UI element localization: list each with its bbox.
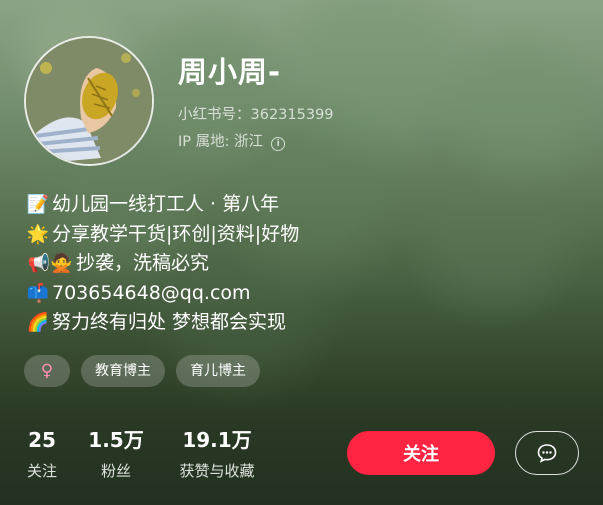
tag-list: ♀ 教育博主 育儿博主 <box>24 355 260 387</box>
bio-text: 分享教学干货|环创|资料|好物 <box>52 222 300 245</box>
bio-text: 努力终有归处 梦想都会实现 <box>52 311 287 333</box>
star-icon: 🌟 <box>26 223 50 245</box>
likes-count: 19.1万 <box>182 428 252 452</box>
megaphone-no-gesture-icon: 📢🙅 <box>27 253 73 274</box>
bio-line: 🌈 努力终有归处 梦想都会实现 <box>26 308 299 338</box>
mailbox-icon: 📫 <box>26 282 50 304</box>
ip-location: IP 属地: 浙江 i <box>178 130 286 151</box>
stat-followers[interactable]: 1.5万 粉丝 <box>87 428 145 481</box>
stat-likes[interactable]: 19.1万 获赞与收藏 <box>168 428 266 481</box>
bio-line: 📝 幼儿园一线打工人 · 第八年 <box>26 190 299 220</box>
bio-text: 抄袭，洗稿必究 <box>76 252 210 274</box>
bio-line: 🌟 分享教学干货|环创|资料|好物 <box>26 220 299 250</box>
info-icon[interactable]: i <box>271 137 286 151</box>
female-icon: ♀ <box>24 355 70 387</box>
bio-email: 703654648@qq.com <box>52 281 251 304</box>
following-label: 关注 <box>26 462 57 480</box>
bio-line: 📢🙅 抄袭，洗稿必究 <box>26 249 299 279</box>
tag-education-blogger[interactable]: 教育博主 <box>81 355 165 387</box>
tag-parenting-blogger[interactable]: 育儿博主 <box>176 355 260 387</box>
user-id: 小红书号：362315399 <box>178 107 334 123</box>
avatar[interactable] <box>24 36 154 166</box>
bio: 📝 幼儿园一线打工人 · 第八年 🌟 分享教学干货|环创|资料|好物 📢🙅 抄袭，洗稿… <box>26 190 299 338</box>
bio-line: 📫 703654648@qq.com <box>26 279 299 309</box>
message-button[interactable] <box>515 431 579 475</box>
avatar-image <box>26 38 152 164</box>
following-count: 25 <box>28 428 56 452</box>
ip-location-label: IP 属地: 浙江 <box>178 134 264 150</box>
follow-button[interactable]: 关注 <box>347 431 495 475</box>
profile-name: 周小周- <box>178 55 282 89</box>
followers-count: 1.5万 <box>88 428 144 452</box>
memo-icon: 📝 <box>26 194 50 215</box>
likes-label: 获赞与收藏 <box>179 462 255 480</box>
stat-following[interactable]: 25 关注 <box>24 428 60 481</box>
bio-text: 幼儿园一线打工人 · 第八年 <box>52 193 280 215</box>
followers-label: 粉丝 <box>100 462 131 480</box>
chat-bubble-icon <box>537 444 557 463</box>
rainbow-icon: 🌈 <box>26 312 50 333</box>
